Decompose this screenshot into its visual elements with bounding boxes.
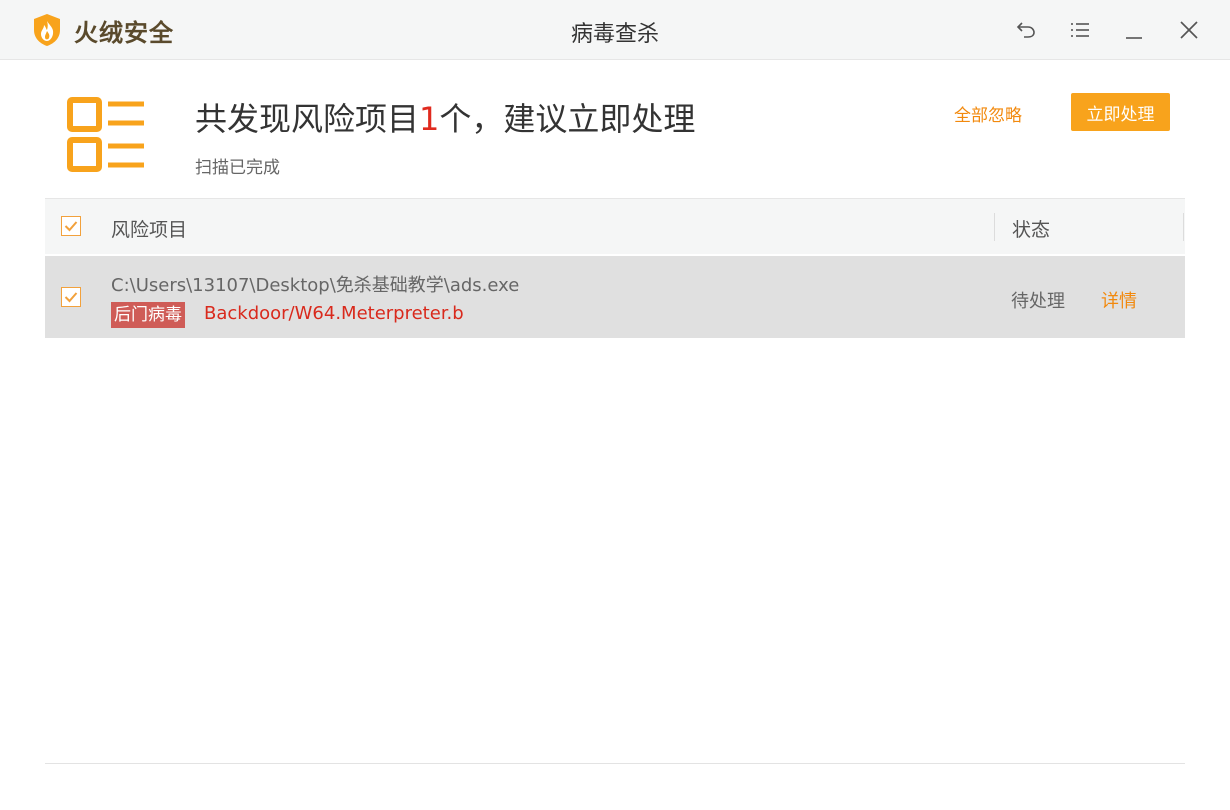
threat-category-badge: 后门病毒 (111, 302, 185, 328)
virus-name: Backdoor/W64.Meterpreter.b (204, 303, 464, 324)
row-checkbox[interactable] (61, 287, 81, 307)
close-icon (1180, 21, 1198, 39)
undo-arrow-icon (1016, 22, 1035, 38)
scan-status-text: 扫描已完成 (195, 158, 280, 178)
status-text: 待处理 (1011, 291, 1065, 312)
back-button[interactable] (1012, 16, 1040, 44)
summary-title: 共发现风险项目1个，建议立即处理 (195, 94, 695, 140)
risk-count: 1 (419, 100, 440, 138)
minimize-icon (1126, 37, 1142, 39)
list-menu-icon (1071, 23, 1089, 37)
file-path: C:\Users\13107\Desktop\免杀基础教学\ads.exe (111, 275, 520, 296)
summary-title-suffix: 个，建议立即处理 (439, 100, 696, 138)
process-now-button[interactable]: 立即处理 (1071, 93, 1170, 131)
table-row[interactable]: C:\Users\13107\Desktop\免杀基础教学\ads.exe 后门… (45, 256, 1185, 338)
select-all-checkbox[interactable] (61, 216, 81, 236)
divider (45, 763, 1185, 764)
column-divider (994, 213, 995, 241)
summary-title-prefix: 共发现风险项目 (195, 100, 420, 138)
details-link[interactable]: 详情 (1101, 287, 1137, 313)
menu-button[interactable] (1066, 16, 1094, 44)
title-bar: 火绒安全 病毒查杀 (0, 0, 1230, 60)
close-button[interactable] (1175, 16, 1203, 44)
column-divider (1183, 213, 1184, 241)
checkmark-icon (64, 292, 78, 303)
minimize-button[interactable] (1120, 16, 1148, 44)
window-title: 病毒查杀 (570, 22, 659, 47)
column-header-status: 状态 (1012, 219, 1051, 241)
table-header: 风险项目 状态 (45, 198, 1185, 254)
checkmark-icon (64, 221, 78, 232)
ignore-all-link[interactable]: 全部忽略 (954, 101, 1022, 126)
column-header-risk-item: 风险项目 (111, 219, 188, 241)
risk-list-icon (67, 97, 144, 172)
